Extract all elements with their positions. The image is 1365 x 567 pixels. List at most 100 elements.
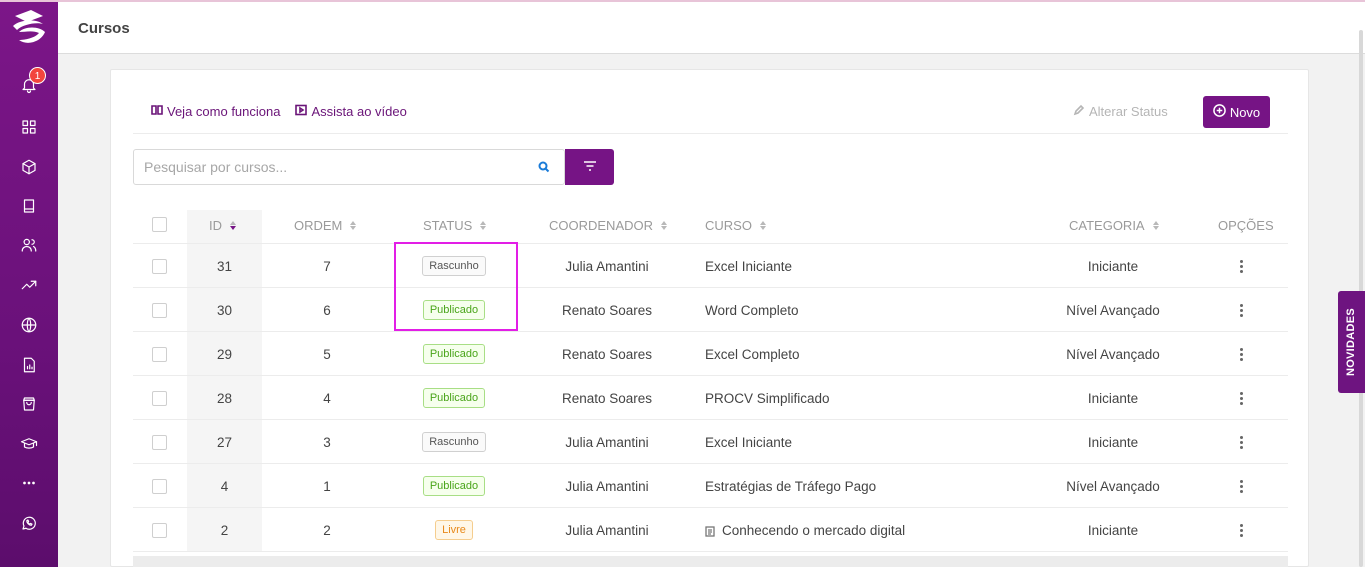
trending-up-icon[interactable] [19, 275, 39, 295]
cell-id: 30 [216, 302, 233, 318]
column-header-opcoes-label: OPÇÕES [1218, 218, 1274, 233]
cell-coordenador: Julia Amantini [565, 434, 649, 450]
row-checkbox[interactable] [152, 332, 167, 376]
top-accent-line [0, 0, 1365, 2]
column-header-status[interactable]: STATUS [423, 218, 487, 233]
status-badge: Rascunho [422, 256, 486, 276]
status-badge: Livre [435, 520, 473, 540]
sort-icon [661, 221, 668, 230]
cell-id: 28 [216, 390, 233, 406]
cell-status: Publicado [414, 376, 494, 420]
alter-status-button[interactable]: Alterar Status [1073, 104, 1168, 119]
page-header: Cursos [58, 2, 1365, 54]
row-checkbox[interactable] [152, 288, 167, 332]
pencil-icon [1073, 104, 1085, 119]
cell-status: Publicado [414, 288, 494, 332]
column-header-coordenador[interactable]: COORDENADOR [549, 218, 668, 233]
cell-status: Publicado [414, 332, 494, 376]
row-checkbox[interactable] [152, 420, 167, 464]
play-icon [295, 104, 308, 119]
table-row[interactable]: 4 1 Publicado Julia Amantini Estratégias… [133, 464, 1288, 508]
row-options-icon[interactable] [1240, 508, 1243, 552]
cell-curso: Excel Completo [705, 346, 800, 362]
sort-icon [350, 221, 357, 230]
column-header-ordem-label: ORDEM [294, 218, 343, 233]
globe-icon[interactable] [19, 315, 39, 335]
table-row[interactable]: 31 7 Rascunho Julia Amantini Excel Inici… [133, 244, 1288, 288]
filter-button[interactable] [565, 149, 614, 185]
table-row[interactable]: 29 5 Publicado Renato Soares Excel Compl… [133, 332, 1288, 376]
row-options-icon[interactable] [1240, 332, 1243, 376]
status-badge: Publicado [422, 388, 486, 408]
more-options-icon[interactable] [19, 473, 39, 493]
cell-ordem: 5 [323, 346, 331, 362]
cell-id: 2 [220, 522, 229, 538]
cell-categoria: Nível Avançado [1066, 302, 1160, 318]
cell-categoria: Nível Avançado [1066, 346, 1160, 362]
cell-coordenador: Julia Amantini [565, 522, 649, 538]
shopping-bag-icon[interactable] [19, 394, 39, 414]
report-icon[interactable] [19, 355, 39, 375]
cell-id: 31 [216, 258, 233, 274]
row-checkbox[interactable] [152, 244, 167, 288]
cell-categoria: Nível Avançado [1066, 478, 1160, 494]
whatsapp-icon[interactable] [19, 513, 39, 533]
row-options-icon[interactable] [1240, 464, 1243, 508]
row-checkbox[interactable] [152, 508, 167, 552]
cell-coordenador: Renato Soares [561, 302, 653, 318]
search-box [133, 149, 565, 185]
news-tab-label: NOVIDADES [1345, 307, 1358, 377]
table-row[interactable]: 27 3 Rascunho Julia Amantini Excel Inici… [133, 420, 1288, 464]
status-badge: Rascunho [422, 432, 486, 452]
status-badge: Publicado [422, 300, 486, 320]
column-header-categoria[interactable]: CATEGORIA [1069, 218, 1159, 233]
cell-ordem: 3 [323, 434, 331, 450]
cell-status: Rascunho [414, 420, 494, 464]
graduation-cap-icon[interactable] [19, 434, 39, 454]
cell-ordem: 6 [323, 302, 331, 318]
cell-status: Livre [414, 508, 494, 552]
status-badge: Publicado [422, 476, 486, 496]
watch-video-link[interactable]: Assista ao vídeo [295, 104, 407, 119]
search-input[interactable] [134, 150, 524, 184]
column-header-curso[interactable]: CURSO [705, 218, 766, 233]
cell-categoria: Iniciante [1087, 434, 1139, 450]
cell-ordem: 7 [323, 258, 331, 274]
document-icon [705, 525, 715, 537]
book-icon[interactable] [19, 196, 39, 216]
brand-logo-icon[interactable] [9, 6, 49, 48]
dashboard-grid-icon[interactable] [19, 117, 39, 137]
news-tab[interactable]: NOVIDADES [1338, 291, 1365, 393]
box-icon[interactable] [19, 157, 39, 177]
users-icon[interactable] [19, 235, 39, 255]
how-it-works-link[interactable]: Veja como funciona [151, 104, 280, 119]
cell-curso: Conhecendo o mercado digital [705, 508, 905, 552]
sort-icon [230, 221, 236, 230]
table-row[interactable]: 2 2 Livre Julia Amantini Conhecendo o me… [133, 508, 1288, 552]
row-options-icon[interactable] [1240, 288, 1243, 332]
courses-card: Veja como funciona Assista ao vídeo Alte… [110, 69, 1309, 567]
help-links: Veja como funciona Assista ao vídeo [151, 104, 407, 119]
search-icon[interactable] [538, 160, 552, 174]
filter-icon [582, 159, 598, 176]
row-options-icon[interactable] [1240, 244, 1243, 288]
row-checkbox[interactable] [152, 376, 167, 420]
cell-categoria: Iniciante [1087, 258, 1139, 274]
new-course-button[interactable]: Novo [1203, 96, 1270, 128]
page-title: Cursos [78, 20, 130, 37]
cell-ordem: 2 [323, 522, 331, 538]
column-header-ordem[interactable]: ORDEM [294, 218, 357, 233]
notification-badge: 1 [29, 67, 46, 84]
cell-curso: Excel Iniciante [705, 434, 793, 450]
select-all-checkbox[interactable] [152, 217, 167, 232]
table-row[interactable]: 28 4 Publicado Renato Soares PROCV Simpl… [133, 376, 1288, 420]
cell-curso: Excel Iniciante [705, 258, 793, 274]
row-options-icon[interactable] [1240, 376, 1243, 420]
cell-id: 27 [216, 434, 233, 450]
cell-id: 29 [216, 346, 233, 362]
table-row[interactable]: 30 6 Publicado Renato Soares Word Comple… [133, 288, 1288, 332]
row-options-icon[interactable] [1240, 420, 1243, 464]
column-header-id[interactable]: ID [209, 218, 236, 233]
new-course-label: Novo [1229, 104, 1261, 120]
row-checkbox[interactable] [152, 464, 167, 508]
